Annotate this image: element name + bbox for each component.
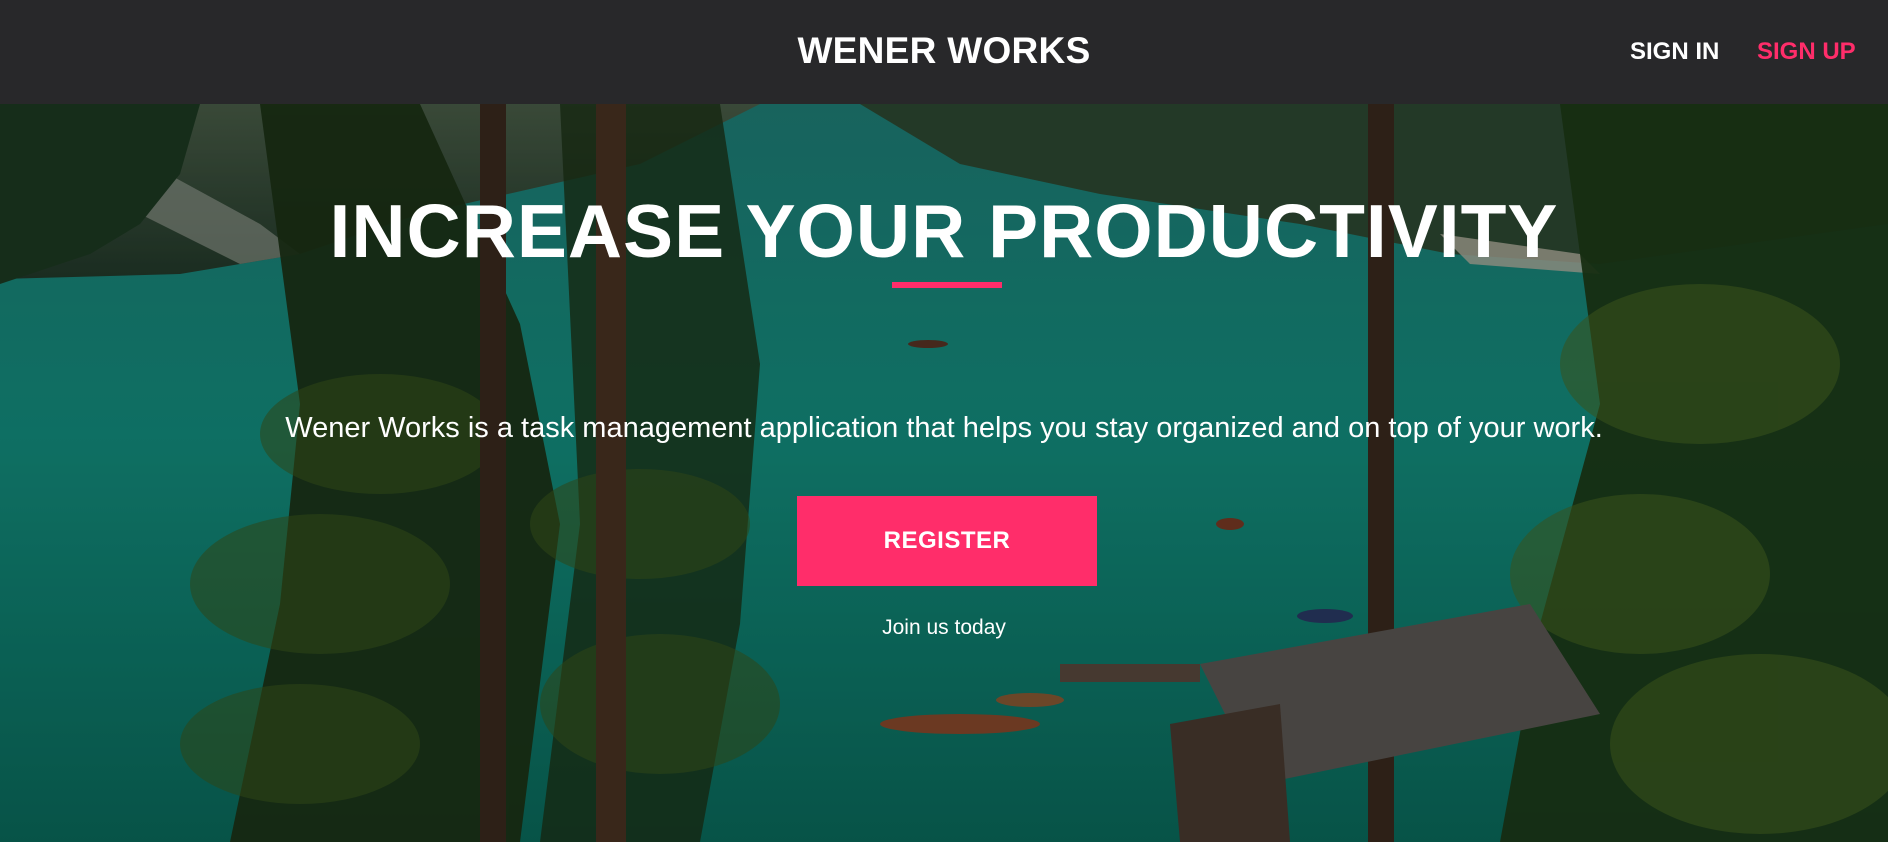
brand-logo[interactable]: WENER WORKS xyxy=(0,30,1888,72)
join-us-text: Join us today xyxy=(882,616,1006,639)
sign-up-link[interactable]: SIGN UP xyxy=(1757,38,1856,66)
hero-headline: INCREASE YOUR PRODUCTIVITY xyxy=(329,189,1559,273)
top-navbar: WENER WORKS SIGN IN SIGN UP xyxy=(0,0,1888,104)
headline-underline-divider xyxy=(892,282,1002,288)
hero-section: INCREASE YOUR PRODUCTIVITY Wener Works i… xyxy=(0,104,1888,842)
sign-in-link[interactable]: SIGN IN xyxy=(1630,38,1719,66)
hero-tagline: Wener Works is a task management applica… xyxy=(285,412,1603,444)
register-button[interactable]: REGISTER xyxy=(797,496,1097,586)
